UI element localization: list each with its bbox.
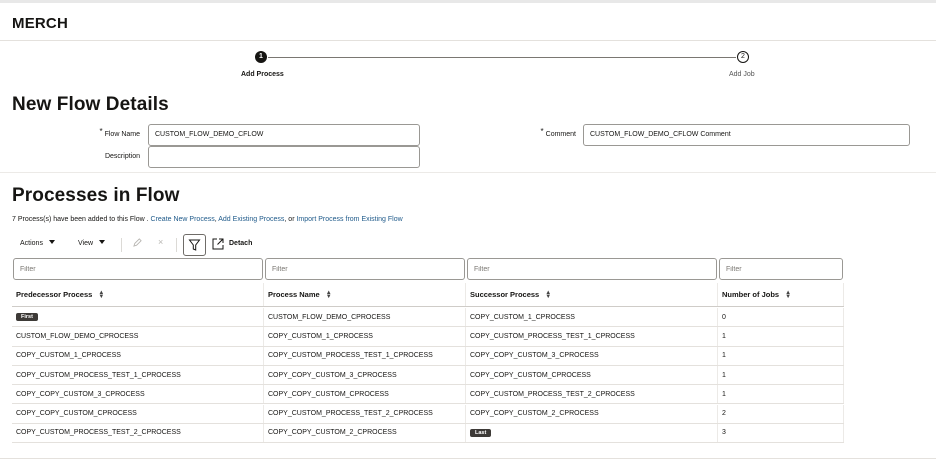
- required-mark: *: [540, 127, 544, 136]
- toolbar-separator: [121, 238, 122, 252]
- filter-process-name-input[interactable]: [265, 258, 465, 280]
- cell-successor: Last: [466, 423, 718, 443]
- table-row[interactable]: COPY_CUSTOM_1_CPROCESS COPY_CUSTOM_PROCES…: [12, 346, 844, 366]
- chevron-down-icon: [99, 240, 106, 245]
- cell-predecessor: CUSTOM_FLOW_DEMO_CPROCESS: [12, 327, 264, 346]
- cell-jobs: 3: [718, 423, 844, 443]
- cell-jobs: 1: [718, 385, 844, 404]
- status-badge: First: [16, 313, 38, 322]
- cell-process-name: COPY_COPY_CUSTOM_3_CPROCESS: [264, 365, 466, 385]
- cell-successor: COPY_CUSTOM_1_CPROCESS: [466, 308, 718, 327]
- comment-label: * Comment: [540, 127, 576, 138]
- cell-jobs: 1: [718, 365, 844, 385]
- sort-icon[interactable]: ▲ ▼: [98, 290, 104, 300]
- cell-jobs: 1: [718, 327, 844, 346]
- toolbar-separator: [176, 238, 177, 252]
- flow-name-label: * Flow Name: [99, 127, 140, 138]
- cell-successor: COPY_CUSTOM_PROCESS_TEST_1_CPROCESS: [466, 327, 718, 346]
- footer-divider: [0, 458, 936, 459]
- cell-predecessor: COPY_CUSTOM_1_CPROCESS: [12, 346, 264, 365]
- cell-jobs: 0: [718, 308, 844, 327]
- add-existing-process-link[interactable]: Add Existing Process: [218, 216, 284, 223]
- column-header-process-name[interactable]: Process Name ▲ ▼: [264, 283, 466, 306]
- cell-predecessor: COPY_CUSTOM_PROCESS_TEST_2_CPROCESS: [12, 423, 264, 443]
- flow-name-value: CUSTOM_FLOW_DEMO_CFLOW: [155, 131, 264, 138]
- app-title: MERCH: [12, 15, 68, 32]
- train-connector: [268, 57, 736, 58]
- train-step-2[interactable]: 2: [737, 51, 749, 63]
- status-badge: Last: [470, 428, 492, 437]
- description-label: Description: [104, 153, 140, 160]
- cell-predecessor: COPY_CUSTOM_PROCESS_TEST_1_CPROCESS: [12, 365, 264, 385]
- cell-process-name: COPY_CUSTOM_1_CPROCESS: [264, 327, 466, 346]
- view-menu[interactable]: View: [78, 240, 106, 247]
- top-bar: [0, 0, 936, 3]
- train-step-1[interactable]: 1: [255, 51, 267, 63]
- filter-predecessor-input[interactable]: [13, 258, 263, 280]
- filter-successor-input[interactable]: [467, 258, 717, 280]
- cell-process-name: COPY_CUSTOM_PROCESS_TEST_1_CPROCESS: [264, 346, 466, 365]
- column-header-predecessor[interactable]: Predecessor Process ▲ ▼: [12, 283, 264, 306]
- header-divider: [0, 40, 936, 41]
- train-step-1-label: Add Process: [241, 71, 284, 78]
- cell-process-name: COPY_CUSTOM_PROCESS_TEST_2_CPROCESS: [264, 404, 466, 423]
- chevron-down-icon: [48, 240, 55, 245]
- detach-icon[interactable]: [212, 238, 224, 250]
- table-row[interactable]: First CUSTOM_FLOW_DEMO_CPROCESS COPY_CUSTO…: [12, 308, 844, 328]
- pencil-icon[interactable]: [133, 238, 142, 249]
- funnel-icon: [188, 239, 201, 251]
- cell-successor: COPY_COPY_CUSTOM_CPROCESS: [466, 365, 718, 385]
- cell-successor: COPY_COPY_CUSTOM_2_CPROCESS: [466, 404, 718, 423]
- flow-name-field[interactable]: CUSTOM_FLOW_DEMO_CFLOW: [148, 124, 420, 146]
- flow-details-heading: New Flow Details: [12, 94, 169, 115]
- table-row[interactable]: COPY_CUSTOM_PROCESS_TEST_2_CPROCESS COPY_…: [12, 423, 844, 444]
- required-mark: *: [99, 127, 103, 136]
- cell-process-name: COPY_COPY_CUSTOM_CPROCESS: [264, 385, 466, 404]
- sort-icon[interactable]: ▲ ▼: [326, 290, 332, 300]
- import-process-link[interactable]: Import Process from Existing Flow: [296, 216, 402, 223]
- comment-value: CUSTOM_FLOW_DEMO_CFLOW Comment: [590, 131, 731, 138]
- cell-successor: COPY_CUSTOM_PROCESS_TEST_2_CPROCESS: [466, 385, 718, 404]
- sort-icon[interactable]: ▲ ▼: [545, 290, 551, 300]
- create-new-process-link[interactable]: Create New Process: [151, 216, 215, 223]
- filter-toggle-button[interactable]: [183, 234, 206, 256]
- cell-process-name: CUSTOM_FLOW_DEMO_CPROCESS: [264, 308, 466, 327]
- comment-field[interactable]: CUSTOM_FLOW_DEMO_CFLOW Comment: [583, 124, 910, 146]
- cell-successor: COPY_COPY_CUSTOM_3_CPROCESS: [466, 346, 718, 365]
- cell-jobs: 2: [718, 404, 844, 423]
- column-header-successor[interactable]: Successor Process ▲ ▼: [466, 283, 718, 306]
- cell-predecessor: COPY_COPY_CUSTOM_CPROCESS: [12, 404, 264, 423]
- close-icon[interactable]: ×: [158, 237, 163, 247]
- detach-button[interactable]: Detach: [229, 240, 252, 247]
- table-row[interactable]: COPY_CUSTOM_PROCESS_TEST_1_CPROCESS COPY_…: [12, 365, 844, 386]
- cell-jobs: 1: [718, 346, 844, 365]
- cell-process-name: COPY_COPY_CUSTOM_2_CPROCESS: [264, 423, 466, 443]
- description-field[interactable]: [148, 146, 420, 168]
- sort-icon[interactable]: ▲ ▼: [785, 290, 791, 300]
- table-row[interactable]: CUSTOM_FLOW_DEMO_CPROCESS COPY_CUSTOM_1_C…: [12, 327, 844, 347]
- table-row[interactable]: COPY_COPY_CUSTOM_CPROCESS COPY_CUSTOM_PRO…: [12, 404, 844, 424]
- table-row[interactable]: COPY_COPY_CUSTOM_3_CPROCESS COPY_COPY_CUS…: [12, 385, 844, 405]
- filter-jobs-input[interactable]: [719, 258, 843, 280]
- cell-predecessor: First: [12, 308, 264, 327]
- table-header-row: Predecessor Process ▲ ▼ Process Name ▲ ▼ Suc…: [12, 283, 844, 307]
- column-header-jobs[interactable]: Number of Jobs ▲ ▼: [718, 283, 844, 306]
- train-step-2-label: Add Job: [729, 71, 755, 78]
- actions-menu[interactable]: Actions: [20, 240, 55, 247]
- cell-predecessor: COPY_COPY_CUSTOM_3_CPROCESS: [12, 385, 264, 404]
- section-divider: [0, 172, 936, 173]
- processes-heading: Processes in Flow: [12, 185, 180, 206]
- processes-info: 7 Process(s) have been added to this Flo…: [12, 216, 403, 223]
